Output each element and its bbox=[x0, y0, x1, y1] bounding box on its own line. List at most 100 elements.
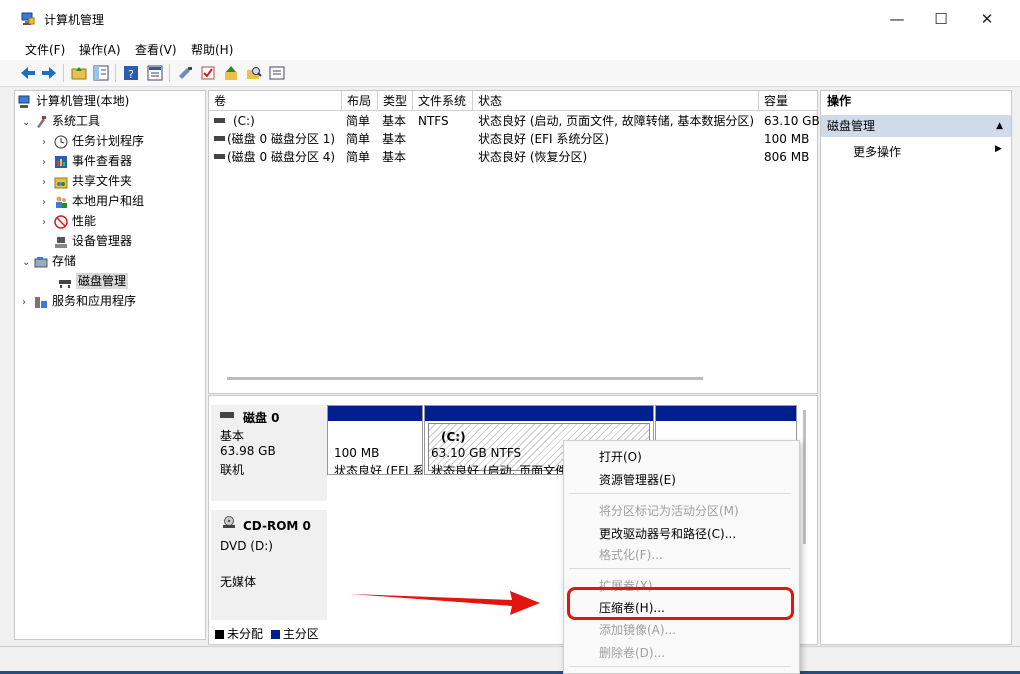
chevron-right-icon[interactable]: › bbox=[42, 153, 54, 173]
list-view-icon[interactable] bbox=[268, 64, 286, 82]
disk0-size: 63.98 GB bbox=[220, 444, 276, 458]
title-bar: 计算机管理 — ☐ ✕ bbox=[0, 0, 1020, 38]
legend-unallocated-swatch bbox=[215, 630, 224, 639]
performance-icon bbox=[54, 214, 68, 229]
tree-label: 性能 bbox=[72, 214, 97, 228]
tree-label: 本地用户和组 bbox=[72, 194, 145, 208]
collapse-arrow-icon[interactable]: ▲ bbox=[996, 115, 1003, 137]
cd-drive-icon bbox=[223, 516, 235, 528]
submenu-arrow-icon[interactable]: ▶ bbox=[995, 144, 1002, 154]
column-header-capacity[interactable]: 容量 bbox=[759, 91, 817, 111]
drive-icon bbox=[214, 136, 225, 141]
up-folder-icon[interactable] bbox=[70, 64, 88, 82]
menu-item-open[interactable]: 打开(O) bbox=[599, 448, 642, 465]
tree-label: 系统工具 bbox=[52, 114, 101, 128]
partition-size: 100 MB bbox=[334, 446, 380, 460]
column-header-type[interactable]: 类型 bbox=[378, 91, 413, 111]
tree-item-shared-folders[interactable]: › 共享文件夹 bbox=[42, 171, 132, 191]
menu-action[interactable]: 操作(A) bbox=[79, 41, 121, 58]
section-label: 磁盘管理 bbox=[827, 119, 876, 133]
services-icon bbox=[35, 296, 47, 308]
menu-item-format: 格式化(F)... bbox=[599, 548, 663, 562]
show-hide-tree-icon[interactable] bbox=[92, 64, 110, 82]
menu-item-explorer[interactable]: 资源管理器(E) bbox=[599, 471, 676, 488]
toolbar-separator bbox=[169, 64, 170, 82]
menu-item-delete: 删除卷(D)... bbox=[599, 646, 666, 660]
navigation-tree: 计算机管理(本地) ⌄ 系统工具 › 任务计划程序 › 事件查看器 › 共享文件夹 › 本… bbox=[14, 90, 206, 640]
tree-label: 服务和应用程序 bbox=[52, 294, 137, 308]
check-list-icon[interactable] bbox=[199, 64, 217, 82]
menu-item-mark-active: 将分区标记为活动分区(M) bbox=[599, 504, 739, 518]
volume-name: (C:) bbox=[233, 114, 255, 128]
clock-icon bbox=[54, 135, 68, 148]
properties-icon[interactable] bbox=[146, 64, 164, 82]
menu-file[interactable]: 文件(F) bbox=[25, 41, 65, 58]
connect-icon[interactable] bbox=[176, 64, 194, 82]
more-actions-label: 更多操作 bbox=[853, 145, 902, 159]
menu-help[interactable]: 帮助(H) bbox=[191, 41, 233, 58]
menu-item-change-letter[interactable]: 更改驱动器号和路径(C)... bbox=[599, 525, 736, 542]
storage-icon bbox=[34, 256, 48, 267]
menu-separator bbox=[569, 568, 791, 569]
chevron-right-icon[interactable]: › bbox=[42, 133, 54, 153]
column-header-volume[interactable]: 卷 bbox=[209, 91, 342, 111]
tree-item-services-apps[interactable]: › 服务和应用程序 bbox=[22, 291, 136, 311]
tree-item-performance[interactable]: › 性能 bbox=[42, 211, 96, 231]
cdrom-info[interactable]: CD-ROM 0 DVD (D:) 无媒体 bbox=[211, 510, 327, 620]
volume-capacity: 806 MB bbox=[764, 150, 810, 164]
computer-management-icon bbox=[18, 95, 30, 108]
actions-section-disk-management[interactable]: 磁盘管理 ▲ bbox=[821, 115, 1011, 137]
menu-view[interactable]: 查看(V) bbox=[135, 41, 177, 58]
volume-status: 状态良好 (EFI 系统分区) bbox=[478, 132, 610, 146]
partition-efi[interactable]: 100 MB 状态良好 (EFI 系 bbox=[327, 405, 423, 475]
status-bar bbox=[0, 646, 1020, 671]
tree-item-root[interactable]: 计算机管理(本地) bbox=[18, 91, 129, 111]
chevron-right-icon[interactable]: › bbox=[42, 173, 54, 193]
tools-icon bbox=[37, 115, 46, 128]
maximize-button[interactable]: ☐ bbox=[918, 4, 964, 34]
drive-icon bbox=[214, 118, 225, 123]
computer-management-window: 计算机管理 — ☐ ✕ 文件(F) 操作(A) 查看(V) 帮助(H) ? 计算… bbox=[0, 0, 1020, 671]
disk0-type: 基本 bbox=[220, 429, 245, 443]
horizontal-scrollbar[interactable] bbox=[227, 377, 703, 380]
column-header-status[interactable]: 状态 bbox=[473, 91, 759, 111]
volume-status: 状态良好 (启动, 页面文件, 故障转储, 基本数据分区) bbox=[478, 114, 755, 128]
partition-bar bbox=[328, 406, 422, 421]
tree-label: 存储 bbox=[52, 254, 77, 268]
volume-type: 基本 bbox=[382, 114, 407, 128]
menu-separator bbox=[569, 493, 791, 494]
legend-primary: 主分区 bbox=[282, 627, 319, 641]
more-actions[interactable]: 更多操作 bbox=[853, 143, 901, 160]
menu-separator bbox=[569, 666, 791, 667]
disk-management-icon bbox=[59, 279, 71, 288]
tree-item-device-manager[interactable]: 设备管理器 bbox=[54, 231, 132, 251]
search-folder-icon[interactable] bbox=[245, 64, 263, 82]
help-icon[interactable]: ? bbox=[122, 64, 140, 82]
column-header-filesystem[interactable]: 文件系统 bbox=[413, 91, 473, 111]
tree-item-local-users[interactable]: › 本地用户和组 bbox=[42, 191, 144, 211]
tree-label: 磁盘管理 bbox=[76, 273, 129, 289]
chevron-down-icon[interactable]: ⌄ bbox=[22, 113, 34, 133]
forward-arrow-icon[interactable] bbox=[40, 64, 58, 82]
chevron-right-icon[interactable]: › bbox=[42, 213, 54, 233]
tree-item-disk-management[interactable]: 磁盘管理 bbox=[58, 271, 129, 291]
tree-item-system-tools[interactable]: ⌄ 系统工具 bbox=[22, 111, 100, 131]
chevron-down-icon[interactable]: ⌄ bbox=[22, 253, 34, 273]
drive-icon bbox=[214, 154, 225, 159]
back-arrow-icon[interactable] bbox=[19, 64, 37, 82]
vertical-scrollbar[interactable] bbox=[803, 410, 806, 544]
upload-icon[interactable] bbox=[222, 64, 240, 82]
disk0-info[interactable]: 磁盘 0 基本 63.98 GB 联机 bbox=[211, 405, 327, 501]
tree-label: 计算机管理(本地) bbox=[36, 94, 130, 108]
device-manager-icon bbox=[55, 236, 67, 248]
tree-item-event-viewer[interactable]: › 事件查看器 bbox=[42, 151, 132, 171]
close-button[interactable]: ✕ bbox=[964, 4, 1010, 34]
tree-item-task-scheduler[interactable]: › 任务计划程序 bbox=[42, 131, 144, 151]
partition-bar bbox=[656, 406, 796, 421]
minimize-button[interactable]: — bbox=[874, 4, 920, 34]
column-header-layout[interactable]: 布局 bbox=[342, 91, 378, 111]
tree-label: 任务计划程序 bbox=[72, 134, 145, 148]
chevron-right-icon[interactable]: › bbox=[42, 193, 54, 213]
tree-item-storage[interactable]: ⌄ 存储 bbox=[22, 251, 76, 271]
chevron-right-icon[interactable]: › bbox=[22, 293, 34, 313]
